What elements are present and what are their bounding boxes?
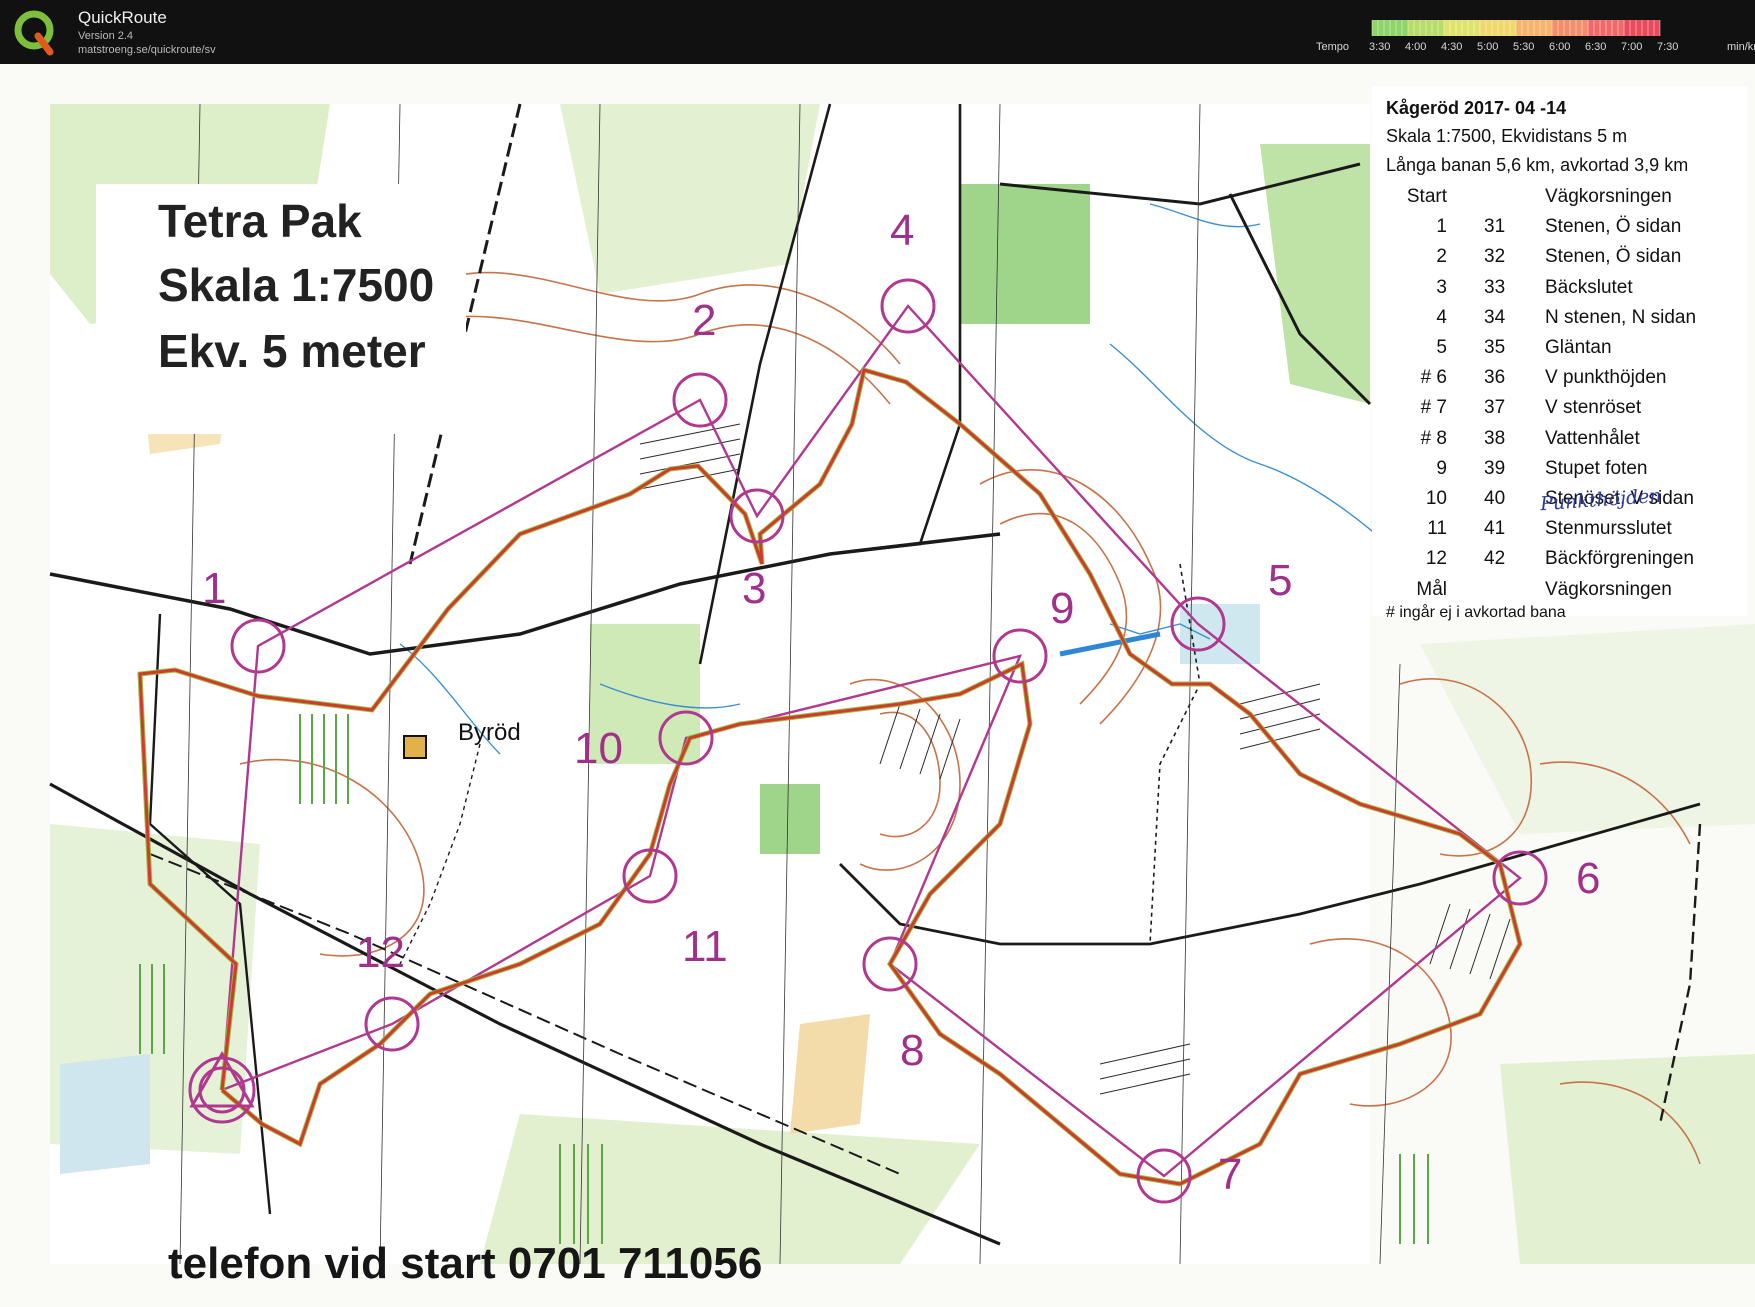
tempo-tick: 3:30 [1369,41,1391,53]
quickroute-logo-icon [14,10,54,56]
legend-control-number: # 6 [1420,367,1447,389]
legend-control-code: 40 [1484,488,1506,509]
control-number-label: 7 [1218,1150,1243,1199]
tempo-tick: 5:30 [1513,41,1535,53]
legend-row: Start Vägkorsningen [1372,186,1747,216]
legend-control-code: 32 [1484,246,1506,268]
control-number-label: 9 [1050,584,1075,633]
map-canvas[interactable]: Tetra Pak Skala 1:7500 Ekv. 5 meter Byrö… [0,64,1755,1307]
tempo-tick: 6:00 [1549,41,1571,53]
app-name: QuickRoute [78,8,167,27]
legend-scale: Skala 1:7500, Ekvidistans 5 m [1386,126,1628,146]
map-title-line: Tetra Pak [158,195,362,247]
legend-control-description: Stenmursslutet [1545,518,1672,540]
legend-note: # ingår ej i avkortad bana [1386,604,1566,621]
tempo-tick: 4:00 [1405,41,1427,53]
legend-row: 9 39 Stupet foten [1372,458,1747,488]
legend-row: # 8 38 Vattenhålet [1372,428,1747,458]
legend-row: # 6 36 V punkthöjden [1372,367,1747,397]
control-number-label: 12 [356,928,405,977]
legend-control-code: 33 [1484,276,1506,298]
app-url: matstroeng.se/quickroute/sv [78,44,216,56]
legend-control-description: Bäckförgreningen [1545,548,1694,570]
tempo-tick: 7:00 [1621,41,1643,53]
tempo-tick: 6:30 [1585,41,1607,53]
legend-control-code: 35 [1484,337,1506,358]
legend-control-code: 36 [1484,367,1506,389]
control-number-label: 6 [1576,854,1601,903]
legend-row: 5 35 Gläntan [1372,337,1747,367]
legend-control-description: Gläntan [1545,337,1612,358]
phone-note: telefon vid start 0701 711056 [168,1239,763,1288]
legend-control-number: 10 [1425,488,1447,509]
legend-control-description: Vägkorsningen [1545,186,1672,207]
legend-control-description: Vattenhålet [1545,427,1640,449]
legend-control-code: 39 [1484,457,1506,479]
legend-control-description: N stenen, N sidan [1545,306,1697,328]
control-number-label: 10 [574,724,623,773]
legend-control-description: V punkthöjden [1545,367,1667,389]
legend-row: 4 34 N stenen, N sidan [1372,307,1747,337]
legend-control-description: Stenen, Ö sidan [1545,246,1682,268]
legend-control-code: 37 [1484,397,1506,419]
legend-control-number: # 7 [1420,397,1447,419]
map-title-box: Tetra Pak Skala 1:7500 Ekv. 5 meter [96,184,466,434]
legend-control-number: 1 [1436,216,1447,238]
legend-control-code: 42 [1484,548,1506,570]
legend-control-number: 12 [1425,548,1447,570]
legend-control-number: Mål [1416,578,1447,600]
legend-title: Kågeröd 2017- 04 -14 [1386,98,1567,118]
legend-control-code: 38 [1484,427,1506,449]
legend-control-number: 3 [1436,276,1447,298]
legend-row: 2 32 Stenen, Ö sidan [1372,246,1747,276]
tempo-unit: min/km [1727,41,1755,53]
legend-control-number: 9 [1436,457,1447,479]
legend-control-description: Vägkorsningen [1545,578,1672,600]
legend-control-code: 34 [1484,306,1506,328]
control-number-label: 2 [692,296,717,345]
legend-row: # 7 37 V stenröset [1372,397,1747,427]
tempo-tick: 5:00 [1477,41,1499,53]
tempo-label: Tempo [1316,41,1350,53]
control-number-label: 8 [900,1026,925,1075]
control-number-label: 5 [1268,556,1293,605]
legend-control-number: 2 [1436,246,1447,268]
building-icon [403,735,427,759]
legend-control-description: Stupet foten [1545,457,1648,479]
place-name-byrod: Byröd [458,719,521,746]
legend-row: 3 33 Bäckslutet [1372,277,1747,307]
legend-control-code: 31 [1484,216,1506,238]
legend-control-number: 4 [1436,306,1447,328]
app-header: QuickRoute Version 2.4 matstroeng.se/qui… [0,0,1755,64]
legend-row: 1 31 Stenen, Ö sidan [1372,216,1747,246]
legend-course: Långa banan 5,6 km, avkortad 3,9 km [1386,155,1689,175]
app-version: Version 2.4 [78,30,134,42]
tempo-tick: 4:30 [1441,41,1463,53]
control-description-legend: Kågeröd 2017- 04 -14 Skala 1:7500, Ekvid… [1372,86,1747,621]
control-number-label: 3 [742,564,767,613]
control-number-label: 11 [682,922,728,971]
legend-row: 11 41 Stenmursslutet [1372,518,1747,548]
control-number-label: 4 [890,206,915,255]
legend-control-code: 41 [1484,518,1506,540]
control-number-label: 1 [202,564,227,613]
legend-control-number: 5 [1436,337,1447,358]
legend-control-description: Bäckslutet [1545,276,1633,298]
legend-control-number: # 8 [1420,427,1447,449]
tempo-tick: 7:30 [1657,41,1679,53]
legend-row: 12 42 Bäckförgreningen [1372,548,1747,578]
legend-control-description: Stenen, Ö sidan [1545,216,1682,238]
map-title-line: Skala 1:7500 [158,259,435,311]
tempo-color-scale [1371,20,1661,36]
legend-control-number: Start [1406,186,1447,207]
legend-control-description: V stenröset [1545,397,1642,419]
legend-control-number: 11 [1427,518,1447,540]
map-title-line: Ekv. 5 meter [158,325,426,377]
